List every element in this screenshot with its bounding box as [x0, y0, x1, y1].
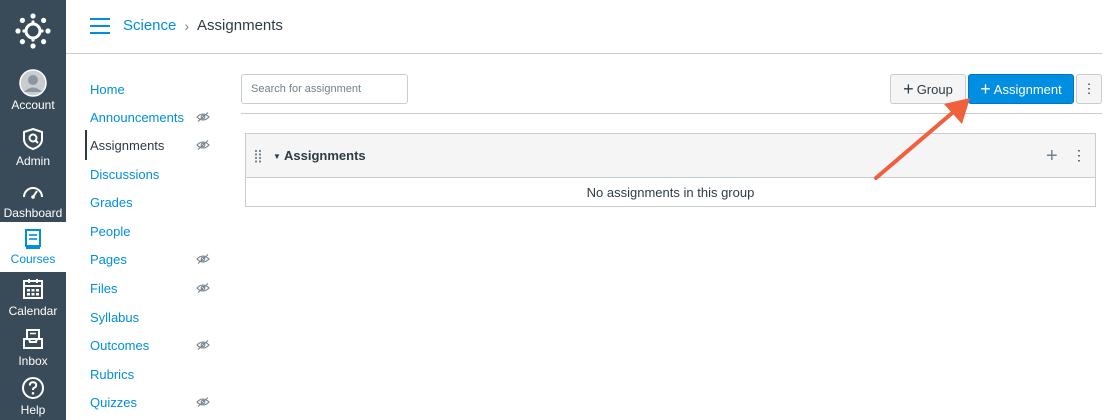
hamburger-menu-icon[interactable] — [90, 18, 110, 34]
course-nav-label: Pages — [90, 251, 127, 267]
course-nav-label: Discussions — [90, 166, 160, 182]
add-group-button[interactable]: + Group — [890, 74, 966, 104]
canvas-logo-icon — [15, 13, 51, 49]
add-assignment-button[interactable]: + Assignment — [968, 74, 1074, 104]
hidden-eye-icon — [196, 283, 210, 293]
global-nav-help[interactable]: Help — [0, 373, 66, 420]
course-nav-syllabus[interactable]: Syllabus — [90, 306, 210, 328]
course-nav-label: Syllabus — [90, 309, 140, 325]
course-nav-assignments[interactable]: Assignments — [90, 134, 210, 156]
course-nav-outcomes[interactable]: Outcomes — [90, 334, 210, 356]
plus-icon: + — [903, 79, 914, 99]
course-nav-label: People — [90, 223, 131, 239]
canvas-logo[interactable] — [0, 0, 66, 62]
course-nav-discussions[interactable]: Discussions — [90, 163, 210, 185]
add-assignment-to-group-icon[interactable]: + — [1046, 145, 1058, 168]
toolbar-divider — [241, 113, 1102, 114]
dashboard-icon — [21, 176, 45, 206]
page-header: Science › Assignments — [66, 0, 1102, 54]
global-nav-account[interactable]: Account — [0, 68, 66, 118]
add-group-label: Group — [916, 81, 953, 97]
global-nav-dashboard[interactable]: Dashboard — [0, 176, 66, 226]
course-nav-rubrics[interactable]: Rubrics — [90, 363, 210, 385]
breadcrumb-course-link[interactable]: Science — [123, 17, 176, 34]
course-nav-label: Home — [90, 81, 125, 97]
global-nav-label: Help — [20, 403, 46, 417]
empty-group-message: No assignments in this group — [586, 184, 755, 200]
global-nav-label: Calendar — [8, 304, 58, 318]
course-nav-label: Grades — [90, 194, 133, 210]
drag-handle-icon[interactable] — [254, 149, 262, 163]
global-nav: Account Admin Dashboard Courses Calendar… — [0, 0, 66, 420]
course-nav-label: Rubrics — [90, 366, 135, 382]
kebab-icon: ⋮ — [1082, 81, 1096, 96]
group-kebab-icon[interactable]: ⋮ — [1072, 147, 1086, 164]
global-nav-courses[interactable]: Courses — [0, 222, 66, 272]
global-nav-label: Admin — [15, 154, 50, 168]
course-nav-announcements[interactable]: Announcements — [90, 106, 210, 128]
hidden-eye-icon — [196, 340, 210, 350]
global-nav-label: Account — [11, 98, 55, 112]
course-nav-label: Quizzes — [90, 394, 137, 410]
hidden-eye-icon — [196, 112, 210, 122]
course-nav-pages[interactable]: Pages — [90, 248, 210, 270]
global-nav-inbox[interactable]: Inbox — [0, 324, 66, 374]
hidden-eye-icon — [196, 254, 210, 264]
assignment-group: ▼ Assignments + ⋮ No assignments in this… — [245, 133, 1096, 207]
admin-icon — [22, 124, 44, 154]
global-nav-label: Dashboard — [3, 206, 63, 220]
help-icon — [21, 373, 45, 403]
more-options-button[interactable]: ⋮ — [1076, 74, 1102, 104]
hidden-eye-icon — [196, 397, 210, 407]
inbox-icon — [22, 324, 44, 354]
global-nav-label: Courses — [10, 252, 56, 266]
global-nav-admin[interactable]: Admin — [0, 124, 66, 174]
breadcrumb-current: Assignments — [197, 17, 283, 34]
course-nav-label: Announcements — [90, 109, 184, 125]
assignment-group-header[interactable]: ▼ Assignments + ⋮ — [246, 134, 1095, 178]
global-nav-label: Inbox — [18, 354, 48, 368]
course-nav-people[interactable]: People — [90, 220, 210, 242]
courses-icon — [23, 226, 43, 252]
assignment-group-title: Assignments — [284, 148, 366, 163]
account-icon — [19, 68, 47, 98]
course-nav-grades[interactable]: Grades — [90, 191, 210, 213]
course-nav-label: Assignments — [90, 137, 165, 153]
course-nav-home[interactable]: Home — [90, 78, 210, 100]
course-nav-quizzes[interactable]: Quizzes — [90, 391, 210, 413]
calendar-icon — [22, 274, 44, 304]
course-nav-label: Files — [90, 280, 118, 296]
course-nav-active-indicator — [85, 130, 87, 160]
course-nav-label: Outcomes — [90, 337, 150, 353]
global-nav-calendar[interactable]: Calendar — [0, 274, 66, 324]
search-assignment-input[interactable] — [241, 74, 408, 104]
course-nav-files[interactable]: Files — [90, 277, 210, 299]
hidden-eye-icon — [196, 140, 210, 150]
collapse-caret-icon[interactable]: ▼ — [273, 152, 281, 161]
add-assignment-label: Assignment — [993, 81, 1062, 97]
breadcrumb-separator-icon: › — [184, 17, 190, 34]
breadcrumb: Science › Assignments — [123, 17, 283, 34]
plus-icon: + — [980, 79, 991, 99]
